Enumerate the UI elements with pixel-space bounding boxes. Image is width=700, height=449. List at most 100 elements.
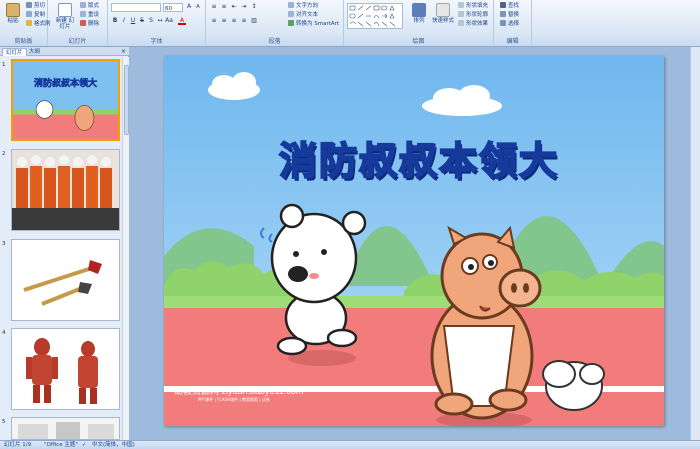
shape-fill-button[interactable]: 形状填充 [458, 2, 488, 10]
replace-button[interactable]: 替换 [500, 11, 519, 19]
select-button[interactable]: 选择 [500, 20, 519, 28]
numbering-icon[interactable]: ≡ [220, 3, 228, 11]
font-group-label: 字体 [150, 38, 163, 45]
font-name-field[interactable] [111, 3, 161, 12]
effects-icon [458, 20, 464, 26]
change-case-icon[interactable]: Aa [165, 17, 173, 25]
thumbnail-number: 4 [2, 330, 6, 336]
thumbnail-number: 2 [2, 151, 6, 157]
spellcheck-icon[interactable]: ✓ [82, 441, 87, 449]
align-left-icon[interactable]: ≡ [210, 17, 218, 25]
drawing-group-label: 绘图 [412, 38, 425, 45]
slides-group: 新建 幻灯片 版式 重设 删除 幻灯片 [48, 0, 108, 46]
paste-button[interactable]: 粘贴 [2, 2, 24, 32]
spacing-icon[interactable]: ↔ [156, 17, 164, 25]
shrink-font-icon[interactable]: A [194, 3, 202, 11]
editing-group: 查找 替换 选择 编辑 [494, 0, 532, 46]
shape-effects-button[interactable]: 形状效果 [458, 20, 488, 28]
reset-icon [80, 11, 86, 17]
reset-button[interactable]: 重设 [80, 11, 99, 19]
brush-icon [26, 20, 32, 26]
font-group: 60 A A B I U S S ↔ Aa A 字体 [108, 0, 206, 46]
clipboard-group-label: 剪贴板 [14, 38, 33, 45]
text-direction-icon [288, 2, 294, 8]
underline-icon[interactable]: U [129, 17, 137, 25]
thumbnail-number: 3 [2, 241, 6, 247]
find-button[interactable]: 查找 [500, 2, 519, 10]
drawing-group: 排列 快速样式 形状填充 形状轮廓 形状效果 绘图 [344, 0, 494, 46]
slide-title[interactable]: 消防叔叔本领大 [204, 130, 634, 185]
slide-counter: 幻灯片 1/9 [4, 442, 32, 448]
pane-tabs: 幻灯片 大纲 × [0, 47, 129, 56]
slides-group-label: 幻灯片 [68, 38, 87, 45]
arrange-icon [412, 3, 426, 17]
new-slide-button[interactable]: 新建 幻灯片 [54, 2, 76, 32]
language-indicator[interactable]: 中文(简体，中国) [92, 441, 135, 449]
fire-axes-image [12, 240, 119, 320]
italic-icon[interactable]: I [120, 17, 128, 25]
shapes-gallery-icons [349, 5, 396, 27]
align-right-icon[interactable]: ≡ [230, 17, 238, 25]
thumbnail-number: 5 [2, 419, 6, 425]
justify-icon[interactable]: ≡ [240, 17, 248, 25]
protective-suit-image [12, 329, 119, 409]
align-center-icon[interactable]: ≡ [220, 17, 228, 25]
slide-canvas[interactable]: 消防叔叔本领大 幼教资源网 ziyuan.baby611.com PPT课件 |… [164, 56, 664, 426]
watermark-text: 幼教资源网 ziyuan.baby611.com [174, 386, 304, 396]
font-color-icon[interactable]: A [178, 17, 186, 25]
columns-icon[interactable]: ▥ [250, 17, 258, 25]
editing-group-label: 编辑 [506, 38, 519, 45]
format-painter-button[interactable]: 格式刷 [26, 20, 51, 28]
firefighters-photo [12, 150, 119, 230]
thumbnail-1-title: 消防叔叔本领大 [33, 79, 98, 90]
strikethrough-icon[interactable]: S [138, 17, 146, 25]
font-size-field[interactable]: 60 [163, 3, 183, 12]
ribbon: 粘贴 剪切 复制 格式刷 剪贴板 新建 幻灯片 版式 重设 删除 幻灯片 60 [0, 0, 700, 47]
slide-background [164, 56, 664, 426]
editor-scrollbar[interactable] [690, 47, 700, 440]
quick-styles-button[interactable]: 快速样式 [430, 2, 456, 32]
paragraph-group: ≡ ≡ ⇤ ⇥ ↕ ≡ ≡ ≡ ≡ ▥ 文字方向 对齐文本 转换为 SmartA… [206, 0, 344, 46]
tab-slides[interactable]: 幻灯片 [2, 48, 27, 56]
layout-icon [80, 2, 86, 8]
shapes-gallery[interactable] [347, 3, 403, 29]
slide-thumbnail-5[interactable] [11, 417, 120, 440]
tab-outline[interactable]: 大纲 [26, 48, 43, 56]
shadow-icon[interactable]: S [147, 17, 155, 25]
pen-icon [458, 11, 464, 17]
status-bar: 幻灯片 1/9 "Office 主题" ✓ 中文(简体，中国) [0, 440, 700, 449]
delete-slide-button[interactable]: 删除 [80, 20, 99, 28]
text-direction-button[interactable]: 文字方向 [288, 2, 318, 10]
copy-button[interactable]: 复制 [26, 11, 45, 19]
line-spacing-icon[interactable]: ↕ [250, 3, 258, 11]
smartart-button[interactable]: 转换为 SmartArt [288, 20, 339, 28]
layout-button[interactable]: 版式 [80, 2, 99, 10]
pane-scrollbar-thumb[interactable] [124, 65, 129, 135]
shape-outline-button[interactable]: 形状轮廓 [458, 11, 488, 19]
binoculars-icon [500, 2, 506, 8]
slide-thumbnail-2[interactable] [11, 149, 120, 231]
smartart-icon [288, 20, 294, 26]
pane-scrollbar[interactable] [122, 57, 129, 440]
slide-thumbnail-4[interactable] [11, 328, 120, 410]
grow-font-icon[interactable]: A [185, 3, 193, 11]
slide-thumbnail-1[interactable]: 消防叔叔本领大 [11, 59, 120, 141]
cut-button[interactable]: 剪切 [26, 2, 45, 10]
arrange-button[interactable]: 排列 [408, 2, 430, 32]
paste-icon [6, 3, 20, 17]
thumbnail-1-art [13, 61, 118, 139]
thumbnail-5-art [12, 418, 119, 439]
close-icon[interactable]: × [121, 47, 126, 56]
clipboard-group: 粘贴 剪切 复制 格式刷 剪贴板 [0, 0, 51, 46]
bold-icon[interactable]: B [111, 17, 119, 25]
bullets-icon[interactable]: ≡ [210, 3, 218, 11]
align-text-button[interactable]: 对齐文本 [288, 11, 318, 19]
slide-thumbnail-3[interactable] [11, 239, 120, 321]
increase-indent-icon[interactable]: ⇥ [240, 3, 248, 11]
scissors-icon [26, 2, 32, 8]
paragraph-group-label: 段落 [268, 38, 281, 45]
delete-icon [80, 20, 86, 26]
decrease-indent-icon[interactable]: ⇤ [230, 3, 238, 11]
cursor-icon [500, 20, 506, 26]
align-text-icon [288, 11, 294, 17]
